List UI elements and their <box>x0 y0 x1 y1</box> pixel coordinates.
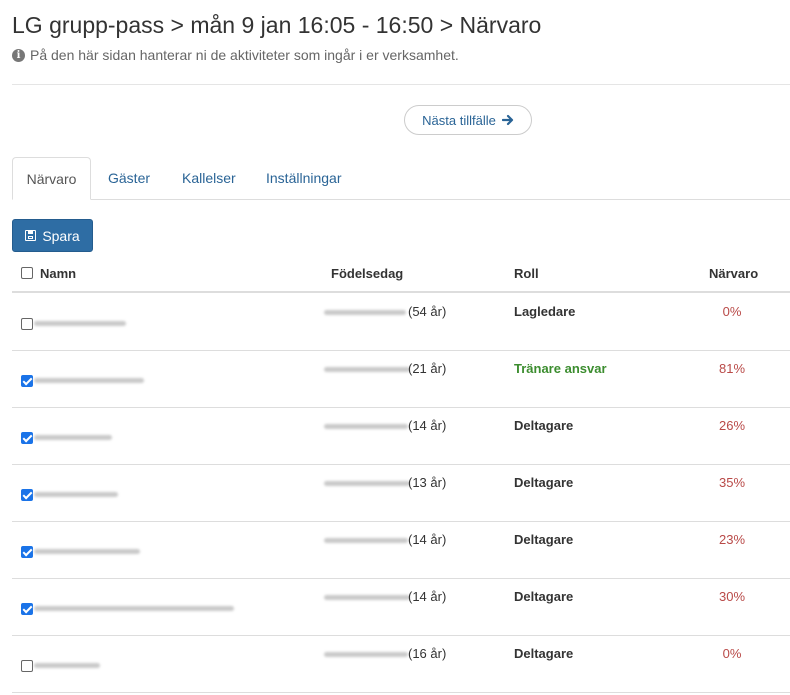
member-name-redacted <box>34 606 234 611</box>
attendance-percent: 35% <box>718 475 746 490</box>
age-text: (13 år) <box>408 475 447 490</box>
role-text: Deltagare <box>514 532 574 547</box>
arrow-right-icon <box>501 114 513 126</box>
save-label: Spara <box>42 227 80 244</box>
divider <box>12 84 790 85</box>
member-name-redacted <box>34 549 140 554</box>
row-checkbox[interactable] <box>21 489 33 501</box>
subtitle-text: På den här sidan hanterar ni de aktivite… <box>30 47 459 63</box>
row-checkbox[interactable] <box>21 375 33 387</box>
tab-installningar[interactable]: Inställningar <box>266 157 342 199</box>
row-checkbox[interactable] <box>21 318 33 330</box>
row-checkbox[interactable] <box>21 660 33 672</box>
birthdate-redacted <box>324 538 408 543</box>
next-occasion-label: Nästa tillfälle <box>422 112 496 128</box>
tab-bar: Närvaro Gäster Kallelser Inställningar <box>12 157 790 200</box>
header-attendance: Närvaro <box>709 266 759 281</box>
tab-gaster[interactable]: Gäster <box>108 157 150 199</box>
table-row: (13 år) Deltagare 35% <box>12 464 790 522</box>
table-row: (54 år) Lagledare 0% <box>12 293 790 351</box>
birthdate-redacted <box>324 367 410 372</box>
member-name-redacted <box>34 321 126 326</box>
row-checkbox[interactable] <box>21 432 33 444</box>
table-row: (14 år) Deltagare 23% <box>12 521 790 579</box>
attendance-percent: 81% <box>718 361 746 376</box>
table-row: (14 år) Deltagare 26% <box>12 407 790 465</box>
header-name: Namn <box>40 266 77 281</box>
page-title: LG grupp-pass > mån 9 jan 16:05 - 16:50 … <box>12 12 542 38</box>
age-text: (14 år) <box>408 532 447 547</box>
role-text: Deltagare <box>514 418 574 433</box>
row-checkbox[interactable] <box>21 603 33 615</box>
attendance-percent: 26% <box>718 418 746 433</box>
tab-narvaro[interactable]: Närvaro <box>12 157 91 200</box>
select-all-checkbox[interactable] <box>21 267 33 279</box>
attendance-percent: 30% <box>718 589 746 604</box>
header-birthdate: Födelsedag <box>331 266 404 281</box>
role-text: Tränare ansvar <box>514 361 607 376</box>
table-row: (16 år) Deltagare 0% <box>12 635 790 693</box>
age-text: (14 år) <box>408 589 447 604</box>
birthdate-redacted <box>324 310 406 315</box>
floppy-disk-icon <box>25 230 37 241</box>
attendance-percent: 0% <box>722 304 742 319</box>
age-text: (14 år) <box>408 418 447 433</box>
age-text: (21 år) <box>408 361 447 376</box>
tab-kallelser[interactable]: Kallelser <box>182 157 236 199</box>
next-occasion-button[interactable]: Nästa tillfälle <box>404 105 532 135</box>
member-name-redacted <box>34 378 144 383</box>
birthdate-redacted <box>324 481 410 486</box>
member-name-redacted <box>34 663 100 668</box>
save-button[interactable]: Spara <box>12 219 93 252</box>
header-role: Roll <box>514 266 539 281</box>
age-text: (54 år) <box>408 304 447 319</box>
birthdate-redacted <box>324 652 408 657</box>
table-header: Namn Födelsedag Roll Närvaro <box>12 260 790 293</box>
attendance-percent: 0% <box>722 646 742 661</box>
member-name-redacted <box>34 435 112 440</box>
info-icon: i <box>12 48 25 62</box>
table-row: (14 år) Deltagare 30% <box>12 578 790 636</box>
member-name-redacted <box>34 492 118 497</box>
age-text: (16 år) <box>408 646 447 661</box>
birthdate-redacted <box>324 595 410 600</box>
role-text: Lagledare <box>514 304 576 319</box>
table-row: (21 år) Tränare ansvar 81% <box>12 350 790 408</box>
role-text: Deltagare <box>514 646 574 661</box>
page-subtitle: i På den här sidan hanterar ni de aktivi… <box>12 47 459 63</box>
role-text: Deltagare <box>514 589 574 604</box>
role-text: Deltagare <box>514 475 574 490</box>
birthdate-redacted <box>324 424 408 429</box>
row-checkbox[interactable] <box>21 546 33 558</box>
attendance-percent: 23% <box>718 532 746 547</box>
